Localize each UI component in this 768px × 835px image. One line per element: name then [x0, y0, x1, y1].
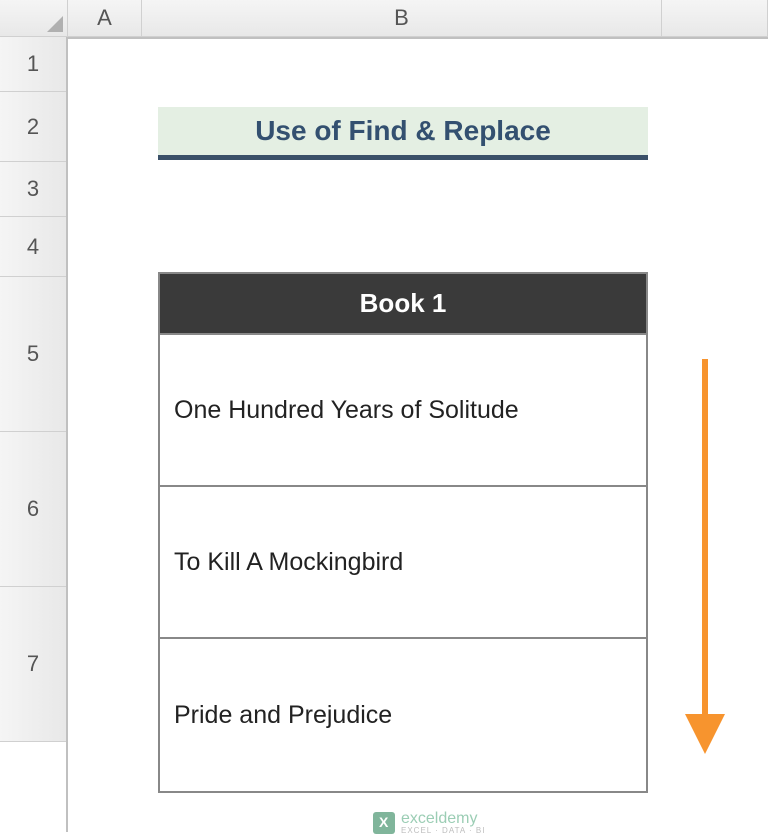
watermark: exceldemy EXCEL · DATA · BI — [373, 811, 485, 835]
page-title[interactable]: Use of Find & Replace — [158, 107, 648, 160]
select-all-corner[interactable] — [0, 0, 68, 36]
watermark-sub: EXCEL · DATA · BI — [401, 827, 485, 835]
column-header-c[interactable] — [662, 0, 768, 36]
body-area: 1 2 3 4 5 6 7 Use of Find & Replace Book… — [0, 37, 768, 832]
column-headers: A B — [0, 0, 768, 37]
watermark-main: exceldemy — [401, 811, 485, 827]
row-header-5[interactable]: 5 — [0, 277, 66, 432]
corner-triangle-icon — [47, 16, 63, 32]
row-header-2[interactable]: 2 — [0, 92, 66, 162]
down-arrow-icon — [685, 359, 725, 754]
data-table: Book 1 One Hundred Years of Solitude To … — [158, 272, 648, 793]
content-area: Use of Find & Replace Book 1 One Hundred… — [68, 37, 768, 832]
excel-logo-icon — [373, 812, 395, 834]
row-header-1[interactable]: 1 — [0, 37, 66, 92]
column-header-a[interactable]: A — [68, 0, 142, 36]
table-row[interactable]: To Kill A Mockingbird — [160, 487, 646, 639]
row-header-4[interactable]: 4 — [0, 217, 66, 277]
row-header-7[interactable]: 7 — [0, 587, 66, 742]
watermark-text: exceldemy EXCEL · DATA · BI — [401, 811, 485, 835]
row-headers: 1 2 3 4 5 6 7 — [0, 37, 68, 832]
row-header-6[interactable]: 6 — [0, 432, 66, 587]
column-header-b[interactable]: B — [142, 0, 662, 36]
table-header[interactable]: Book 1 — [160, 274, 646, 335]
table-row[interactable]: One Hundred Years of Solitude — [160, 335, 646, 487]
table-row[interactable]: Pride and Prejudice — [160, 639, 646, 791]
row-header-3[interactable]: 3 — [0, 162, 66, 217]
spreadsheet-view: A B 1 2 3 4 5 6 7 Use of Find & Replace … — [0, 0, 768, 832]
